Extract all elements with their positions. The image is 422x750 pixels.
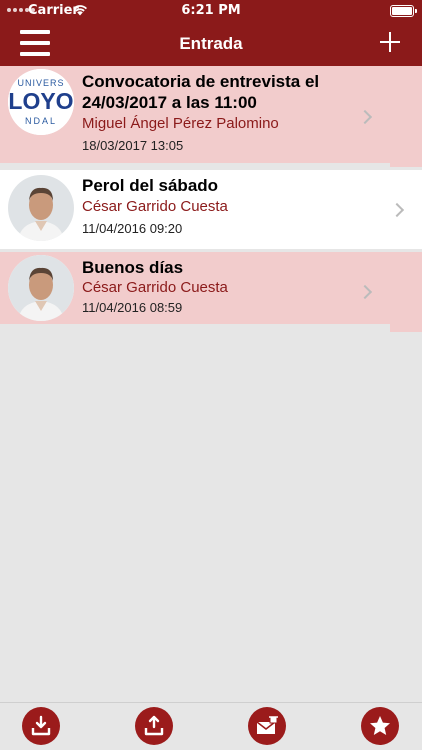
person-photo-icon xyxy=(8,175,74,241)
avatar: UNIVERS LOYO NDAL xyxy=(8,69,74,135)
inbox-button[interactable] xyxy=(22,707,60,745)
message-date: 11/04/2016 08:59 xyxy=(82,300,183,315)
bottom-toolbar xyxy=(0,702,422,750)
message-sender: César Garrido Cuesta xyxy=(82,279,228,296)
person-photo-icon xyxy=(8,255,74,321)
message-subject: Convocatoria de entrevista el 24/03/2017… xyxy=(82,72,320,112)
add-message-button[interactable] xyxy=(380,32,400,52)
row-accent xyxy=(390,66,422,167)
message-row[interactable]: UNIVERS LOYO NDAL Convocatoria de entrev… xyxy=(0,66,390,163)
outbox-upload-icon xyxy=(144,715,164,736)
message-subject: Perol del sábado xyxy=(82,176,219,195)
svg-text:UNIVERS: UNIVERS xyxy=(17,78,64,88)
nav-bar: Entrada xyxy=(0,22,422,66)
svg-text:NDAL: NDAL xyxy=(25,116,57,126)
inbox-download-icon xyxy=(31,715,51,736)
outbox-button[interactable] xyxy=(135,707,173,745)
status-bar: Carrier 6:21 PM xyxy=(0,0,422,22)
chevron-right-icon xyxy=(357,284,373,300)
message-row[interactable]: Perol del sábado César Garrido Cuesta 11… xyxy=(0,170,422,249)
message-sender: César Garrido Cuesta xyxy=(82,198,228,215)
message-date: 11/04/2016 09:20 xyxy=(82,221,183,236)
message-subject: Buenos días xyxy=(82,258,184,277)
star-icon xyxy=(370,716,390,735)
mail-trash-icon xyxy=(256,716,278,734)
avatar xyxy=(8,175,74,241)
university-logo-icon: UNIVERS LOYO NDAL xyxy=(8,69,74,135)
chevron-right-icon xyxy=(389,202,405,218)
svg-text:LOYO: LOYO xyxy=(8,88,73,114)
message-date: 18/03/2017 13:05 xyxy=(82,138,184,153)
avatar xyxy=(8,255,74,321)
status-time: 6:21 PM xyxy=(181,3,241,18)
trash-button[interactable] xyxy=(248,707,286,745)
favorites-button[interactable] xyxy=(361,707,399,745)
page-title: Entrada xyxy=(179,34,243,53)
battery-icon xyxy=(390,5,417,17)
message-sender: Miguel Ángel Pérez Palomino xyxy=(82,115,279,132)
message-row[interactable]: Buenos días César Garrido Cuesta 11/04/2… xyxy=(0,252,390,324)
row-accent xyxy=(390,252,422,332)
